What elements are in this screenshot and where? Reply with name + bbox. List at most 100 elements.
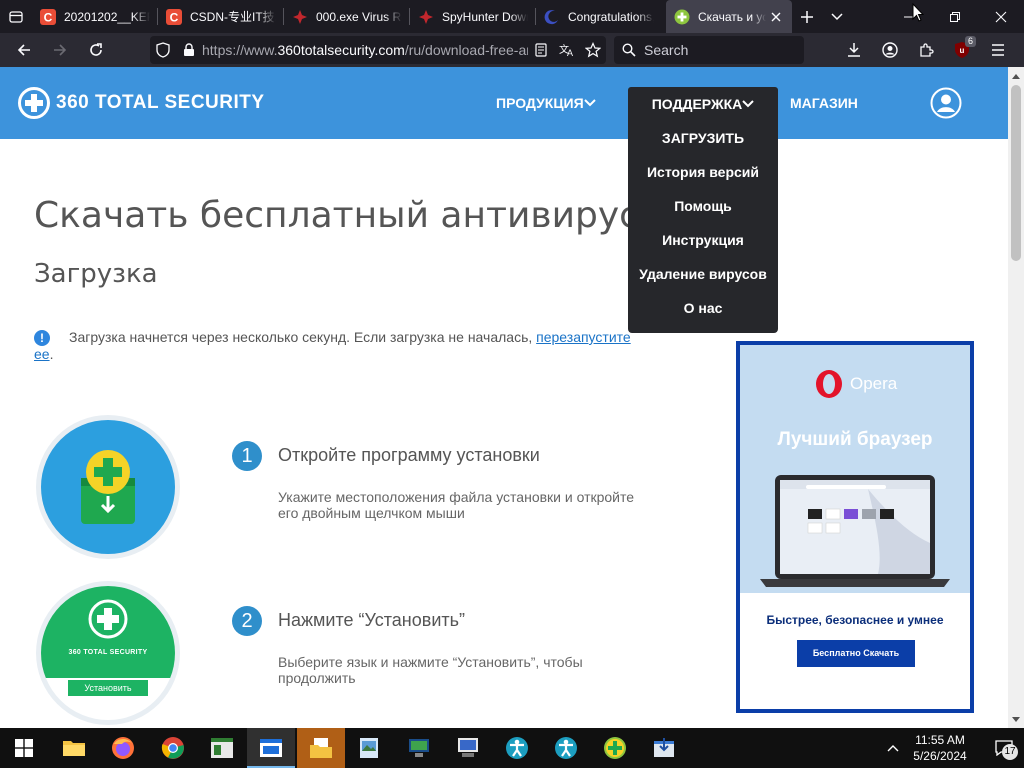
back-button[interactable] <box>6 33 42 67</box>
taskbar-notepad-folder[interactable] <box>297 728 345 768</box>
lock-icon[interactable] <box>176 36 202 64</box>
chrome-icon <box>161 737 184 759</box>
puzzle-icon <box>920 43 934 57</box>
taskbar-app-window[interactable] <box>198 728 246 768</box>
restore-button[interactable] <box>932 0 978 33</box>
page-title: Скачать бесплатный антивирус <box>34 195 639 236</box>
folder-icon <box>63 741 85 756</box>
taskbar-network[interactable] <box>444 728 492 768</box>
download-icon <box>848 43 860 57</box>
taskbar-chrome[interactable] <box>149 728 197 768</box>
browser-tab[interactable]: SpyHunter Download <box>410 0 536 33</box>
taskbar-image-viewer[interactable] <box>346 728 394 768</box>
taskbar-accessibility-app[interactable] <box>493 728 541 768</box>
browser-tab-active[interactable]: Скачать и установить <box>666 0 792 33</box>
scroll-down-arrow-icon[interactable] <box>1008 712 1024 726</box>
downloads-button[interactable] <box>836 33 872 67</box>
menu-support-label: ПОДДЕРЖКА <box>651 96 743 112</box>
action-center-button[interactable]: 17 <box>984 728 1024 768</box>
tab-title: 000.exe Virus Removal <box>316 9 402 24</box>
ublock-extension-button[interactable]: u6 <box>944 33 980 67</box>
taskbar-computer[interactable] <box>395 728 443 768</box>
extension-badge: 6 <box>964 36 976 47</box>
spyhunter-favicon-icon <box>292 9 308 25</box>
taskbar-360-total-security[interactable] <box>591 728 639 768</box>
spyhunter-favicon-icon <box>418 9 434 25</box>
laptop-illustration <box>760 475 950 587</box>
info-icon: ! <box>34 330 50 346</box>
system-tray: 11:55 AM 5/26/2024 17 <box>878 728 1024 768</box>
accessibility-person-icon <box>555 737 577 759</box>
url-text[interactable]: https://www.360totalsecurity.com/ru/down… <box>202 42 528 58</box>
taskbar-file-explorer[interactable] <box>50 728 98 768</box>
window-icon <box>260 739 282 757</box>
ad-download-button[interactable]: Бесплатно Скачать <box>797 640 915 667</box>
list-all-tabs-button[interactable] <box>0 0 32 33</box>
reload-button[interactable] <box>78 33 114 67</box>
browser-tab[interactable]: 000.exe Virus Removal <box>284 0 410 33</box>
installer-download-icon <box>654 738 674 757</box>
chevron-down-icon <box>831 12 843 20</box>
extensions-button[interactable] <box>908 33 944 67</box>
start-button[interactable] <box>0 728 48 768</box>
dropdown-item-virus-removal[interactable]: Удаление вирусов <box>628 257 778 291</box>
svg-text:u: u <box>960 46 965 55</box>
dropdown-item-help[interactable]: Помощь <box>628 189 778 223</box>
notice-end: . <box>49 346 54 362</box>
taskbar-firefox[interactable] <box>99 728 147 768</box>
dropdown-item-instructions[interactable]: Инструкция <box>628 223 778 257</box>
translate-icon[interactable]: 文A <box>554 36 580 64</box>
opera-brand: Opera <box>850 374 898 393</box>
installer-install-button: Установить <box>68 680 148 696</box>
search-bar[interactable]: Search <box>614 36 804 64</box>
user-account-icon[interactable] <box>930 87 962 119</box>
taskbar-accessibility-app-2[interactable] <box>542 728 590 768</box>
taskbar-active-window[interactable] <box>247 728 295 768</box>
page-scrollbar[interactable] <box>1008 67 1024 728</box>
clock-time: 11:55 AM <box>915 733 965 747</box>
window-controls <box>886 0 1024 33</box>
search-placeholder: Search <box>644 42 689 58</box>
installer-box-icon <box>81 450 135 524</box>
restart-download-link-continued[interactable]: ее <box>34 346 50 362</box>
show-hidden-icons-button[interactable] <box>878 728 908 768</box>
site-logo[interactable]: 360 TOTAL SECURITY <box>18 87 265 119</box>
browser-tab[interactable]: Congratulations, you <box>536 0 662 33</box>
dropdown-item-download[interactable]: ЗАГРУЗИТЬ <box>628 121 778 155</box>
moon-favicon-icon <box>544 9 560 25</box>
menu-store[interactable]: МАГАЗИН <box>790 67 858 139</box>
menu-support[interactable]: ПОДДЕРЖКА <box>628 87 778 121</box>
app-menu-button[interactable] <box>980 33 1016 67</box>
windows-logo-icon <box>15 739 33 757</box>
system-clock[interactable]: 11:55 AM 5/26/2024 <box>908 732 972 764</box>
installer-file-illustration <box>36 415 180 559</box>
restart-download-link[interactable]: перезапустите <box>536 329 631 345</box>
menu-products[interactable]: ПРОДУКЦИЯ <box>496 67 596 139</box>
close-window-button[interactable] <box>978 0 1024 33</box>
notification-count: 17 <box>1002 744 1018 760</box>
tab-overflow-button[interactable] <box>822 0 852 33</box>
dropdown-item-about[interactable]: О нас <box>628 291 778 325</box>
opera-advertisement[interactable]: Opera Лучший браузер Быстрее, безопаснее… <box>736 341 974 713</box>
accessibility-person-icon <box>506 737 528 759</box>
menu-products-label: ПРОДУКЦИЯ <box>496 95 584 111</box>
account-button[interactable] <box>872 33 908 67</box>
bookmark-star-icon[interactable] <box>580 36 606 64</box>
browser-tab-strip: C 20201202__KERNEL C CSDN-专业IT技术社区 000.e… <box>0 0 1024 33</box>
close-tab-icon[interactable] <box>768 9 784 25</box>
scroll-up-arrow-icon[interactable] <box>1008 69 1024 83</box>
taskbar-installer[interactable] <box>640 728 688 768</box>
tracking-protection-shield-icon[interactable] <box>150 36 176 64</box>
browser-tab[interactable]: C CSDN-专业IT技术社区 <box>158 0 284 33</box>
installer-header <box>41 586 175 678</box>
forward-button[interactable] <box>42 33 78 67</box>
new-tab-button[interactable] <box>792 0 822 33</box>
dropdown-item-version-history[interactable]: История версий <box>628 155 778 189</box>
screen: C 20201202__KERNEL C CSDN-专业IT技术社区 000.e… <box>0 0 1024 768</box>
step-number: 2 <box>232 606 262 636</box>
minimize-button[interactable] <box>886 0 932 33</box>
browser-tab[interactable]: C 20201202__KERNEL <box>32 0 158 33</box>
reader-view-icon[interactable] <box>528 36 554 64</box>
scrollbar-thumb[interactable] <box>1011 85 1021 261</box>
address-bar[interactable]: https://www.360totalsecurity.com/ru/down… <box>150 36 606 64</box>
